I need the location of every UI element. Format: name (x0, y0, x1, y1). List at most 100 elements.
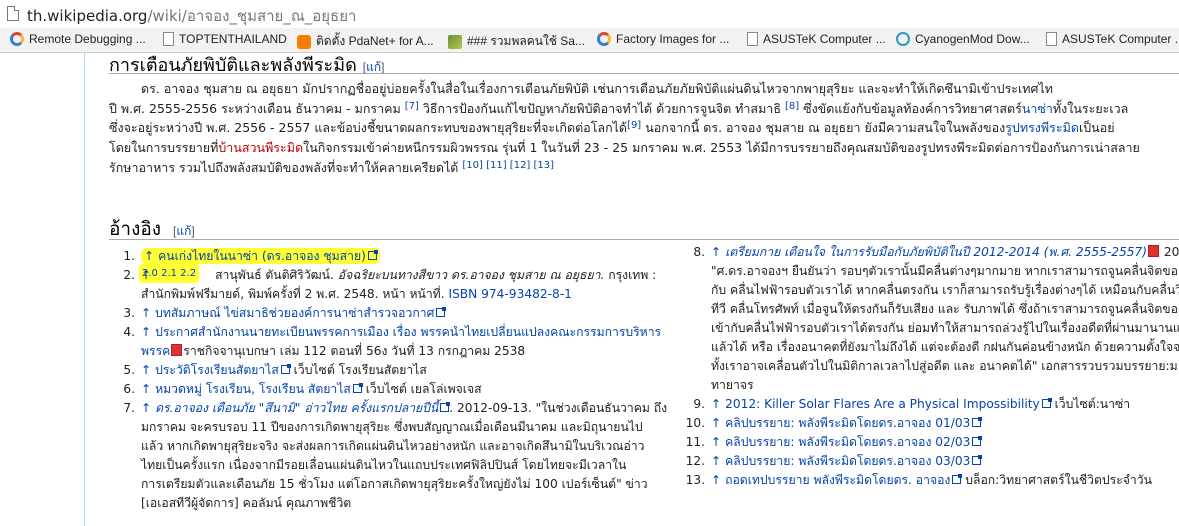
reference-link[interactable]: ↑ ถอดเทปบรรยาย พลังพีระมิดโดยดร. อาจอง (711, 473, 950, 487)
paragraph-text: นอกจากนี้ ดร. อาจอง ชุมสาย ณ อยุธยา ยังม… (641, 120, 1006, 136)
reference-item: 4. ↑ ประกาศสำนักงานนายทะเบียนพรรคการเมือง… (109, 323, 669, 342)
edit-section-link[interactable]: [แก้] (363, 60, 385, 74)
reference-item: 11. ↑ คลิปบรรยาย: พลังพีระมิดโดยดร.อาจอง … (679, 433, 1179, 452)
reference-link[interactable]: ↑ คลิปบรรยาย: พลังพีระมิดโดยดร.อาจอง 03/… (711, 454, 970, 468)
bookmark-remote-debugging[interactable]: Remote Debugging ... (10, 32, 146, 46)
reference-text: เว็บไซต์:นาซ่า (1050, 397, 1131, 411)
bookmark-factory-images[interactable]: Factory Images for ... (597, 32, 729, 46)
reference-number: 1. (123, 249, 135, 263)
reference-number: 4. (123, 325, 135, 339)
isbn-link[interactable]: ISBN 974-93482-8-1 (448, 287, 571, 301)
reference-item-continued: แล้วได้ หรือ เรื่องอนาคตที่ยังมาไม่ถึงได… (679, 338, 1179, 357)
paragraph-text: ซึ่งขัดแย้งกับข้อมูลท้องค์การวิทยาศาสตร์ (799, 100, 1022, 116)
reference-number: 12. (685, 454, 705, 468)
reference-link[interactable]: ↑ หมวดหมู่ โรงเรียน, โรงเรียน สัตยาไส (141, 382, 351, 396)
reference-number: 10. (685, 416, 705, 430)
reference-item: 3. ↑ บทสัมภาษณ์ ไข่สมาธิช่วยองค์การนาซ่าส… (109, 304, 669, 323)
reference-text: การเตรียมตัวและเดือนภัย 15 ชั่วโมง แต่โอ… (141, 477, 648, 491)
page-icon (1046, 32, 1057, 46)
pdf-icon (1148, 245, 1160, 257)
citation-link[interactable]: [9] (627, 120, 641, 131)
reference-link[interactable]: ↑ บทสัมภาษณ์ ไข่สมาธิช่วยองค์การนาซ่าสำร… (141, 306, 434, 320)
external-link-icon (972, 417, 983, 427)
reference-text: เข้ากับคลื่นไฟฟ้ารอบตัวเราได้ตรงกัน ย่อม… (711, 321, 1179, 335)
bookmark-asustek-1[interactable]: ASUSTeK Computer ... (747, 32, 886, 46)
reference-number: 11. (685, 435, 705, 449)
reference-link[interactable]: ↑ ประวัติโรงเรียนสัตยาไส (141, 363, 279, 377)
reference-text: ทั้งเราอาจเคลื่อนตัวไปในมิติกาลเวลาไปสู่… (711, 359, 1178, 373)
edit-label: แก้ (176, 224, 192, 238)
reference-number: 9. (693, 397, 705, 411)
page-icon (163, 32, 174, 46)
reference-item-continued: ทั้งเราอาจเคลื่อนตัวไปในมิติกาลเวลาไปสู่… (679, 357, 1179, 376)
reference-number: 13. (685, 473, 705, 487)
paragraph-text: ในกิจกรรมเข้าค่ายหนีกรรมผิวพรรณ รุ่นที่ … (303, 140, 1140, 156)
reference-link[interactable]: ↑ 2012: Killer Solar Flares Are a Physic… (711, 397, 1040, 411)
reference-link[interactable]: พรรค (141, 344, 170, 358)
reference-link[interactable]: ↑ คลิปบรรยาย: พลังพีระมิดโดยดร.อาจอง 02/… (711, 435, 970, 449)
external-link-icon (972, 436, 983, 446)
puzzle-icon (448, 34, 462, 49)
nasa-link[interactable]: นาซ่า (1022, 101, 1053, 116)
reference-item-continued: กับ คลื่นไฟฟ้ารอบตัวเราได้ หากคลื่นตรงกั… (679, 281, 1179, 300)
bookmark-toptenthailand[interactable]: TOPTENTHAILAND (163, 32, 287, 46)
reference-text: เว็บไซต์ เยลโล่เพจเจส (361, 382, 482, 396)
citation-link[interactable]: [8] (785, 101, 799, 112)
citation-link[interactable]: [10] [11] [12] [13] (462, 160, 554, 171)
reference-text: อัจฉริยะบนทางสีขาว ดร.อาจอง ชุมสาย ณ อยุ… (337, 268, 605, 282)
reference-link[interactable]: ↑ คนเก่งไทยในนาซ่า (ดร.อาจอง ชุมสาย) (144, 249, 366, 263)
reference-item: 1. ↑ คนเก่งไทยในนาซ่า (ดร.อาจอง ชุมสาย) 2.… (109, 247, 669, 283)
bookmark-label: Factory Images for ... (616, 32, 730, 46)
paragraph-text: ดร. อาจอง ชุมสาย ณ อยุธยา มักปรากฏชื่ออย… (141, 81, 1053, 96)
reference-link[interactable]: ↑ คลิปบรรยาย: พลังพีระมิดโดยดร.อาจอง 01/… (711, 416, 970, 430)
reference-item-continued: การเตรียมตัวและเดือนภัย 15 ชั่วโมง แต่โอ… (109, 475, 669, 494)
bookmark-cyanogenmod[interactable]: CyanogenMod Dow... (896, 32, 1030, 46)
reference-item-continued: พรรค ราชกิจจานุเบกษา เล่ม 112 ตอนที่ 56ง … (109, 342, 669, 361)
bookmark-pdanet[interactable]: ติดตั้ง PdaNet+ for A... (297, 32, 434, 51)
page-icon (747, 32, 758, 46)
url-host: th.wikipedia.org (27, 7, 148, 25)
reference-text: ราชกิจจานุเบกษา เล่ม 112 ตอนที่ 56ง วันท… (183, 344, 526, 358)
bookmark-label: ASUSTeK Computer ... (763, 32, 886, 46)
pyramid-garden-redlink[interactable]: บ้านสวนพีระมิด (218, 140, 303, 155)
reference-number: 5. (123, 363, 135, 377)
section-heading: การเตือนภัยพิบัติและพลังพีระมิด [แก้] (109, 53, 384, 79)
paragraph-text: วิธีการป้องกันแก้ไขปัญหาภัยพิบัติอาจทำได… (418, 100, 781, 116)
external-link-icon (352, 383, 363, 393)
article-content: การเตือนภัยพิบัติและพลังพีระมิด [แก้] ดร.… (84, 53, 1179, 526)
reference-text: ทายาจร (711, 378, 754, 392)
references-left-column: 1. ↑ คนเก่งไทยในนาซ่า (ดร.อาจอง ชุมสาย) 2.… (109, 247, 669, 513)
reference-text: ทีวี คลื่นโทรศัพท์ เมื่อจูนให้ตรงกันก็รั… (711, 302, 1179, 316)
edit-references-link[interactable]: [แก้] (173, 224, 195, 238)
citation-link[interactable]: [7] (405, 101, 419, 112)
bookmark-label: CyanogenMod Dow... (915, 32, 1030, 46)
backref-link[interactable]: ↑ (141, 268, 155, 282)
paragraph-text: ซึ่งจะอยู่ระหว่างปี พ.ศ. 2556 - 2557 และ… (109, 120, 628, 136)
reference-text: [เอเอสทีวีผู้จัดการ] คอลัมน์ คุณภาพชีวิต (141, 496, 352, 510)
reference-link[interactable]: ↑ ดร.อาจอง เตือนภัย "สึนามิ" อ่าวไทย ครั… (141, 401, 438, 415)
reference-item: 6. ↑ หมวดหมู่ โรงเรียน, โรงเรียน สัตยาไส … (109, 380, 669, 399)
reference-text: . 2012-09-13. "ในช่วงเดือนธันวาคม ถึง (449, 401, 668, 415)
paragraph-text: ปี พ.ศ. 2555-2556 ระหว่างเดือน ธันวาคม -… (109, 100, 401, 116)
paragraph-text: โดยในการบรรยายที่ (109, 140, 219, 156)
reference-text: ไทยเป็นครั้งแรก เนื่องจากมีรอยเลื่อนแผ่น… (141, 458, 627, 472)
bookmark-label: ### รวมพลคนใช้ Sa... (467, 34, 585, 48)
bookmark-samsung[interactable]: ### รวมพลคนใช้ Sa... (448, 32, 585, 51)
reference-item: 10. ↑ คลิปบรรยาย: พลังพีระมิดโดยดร.อาจอง … (679, 414, 1179, 433)
bookmark-asustek-2[interactable]: ASUSTeK Computer ... (1046, 32, 1179, 46)
paragraph-line: ปี พ.ศ. 2555-2556 ระหว่างเดือน ธันวาคม -… (109, 99, 1179, 119)
edit-label: แก้ (366, 60, 382, 74)
reference-link[interactable]: ↑ ประกาศสำนักงานนายทะเบียนพรรคการเมือง เ… (141, 325, 661, 339)
reference-text: สานุพันธ์ ตันติศิริวัฒน์. (215, 268, 338, 282)
reference-link[interactable]: ↑ เตรียมกาย เตือนใจ ในการรับมือกับภัยพิบ… (711, 245, 1147, 259)
url-text[interactable]: th.wikipedia.org/wiki/อาจอง_ชุมสาย_ณ_อยุ… (27, 4, 356, 28)
pyramid-link[interactable]: รูปทรงพีระมิด (1005, 120, 1079, 135)
paragraph-text: รักษาอาหาร รวมไปถึงพลังสมบัติของพลังที่จ… (109, 159, 459, 175)
reference-item-continued: ทายาจร (679, 376, 1179, 395)
address-bar[interactable]: th.wikipedia.org/wiki/อาจอง_ชุมสาย_ณ_อยุ… (0, 0, 1179, 28)
reference-item: 12. ↑ คลิปบรรยาย: พลังพีระมิดโดยดร.อาจอง … (679, 452, 1179, 471)
reference-text: "ศ.ดร.อาจองฯ ยืนยันว่า รอบๆตัวเรานั้นมีค… (711, 264, 1179, 278)
paragraph-line: ดร. อาจอง ชุมสาย ณ อยุธยา มักปรากฏชื่ออย… (109, 79, 1179, 99)
external-link-icon (367, 250, 378, 260)
chrome-icon (597, 32, 611, 46)
